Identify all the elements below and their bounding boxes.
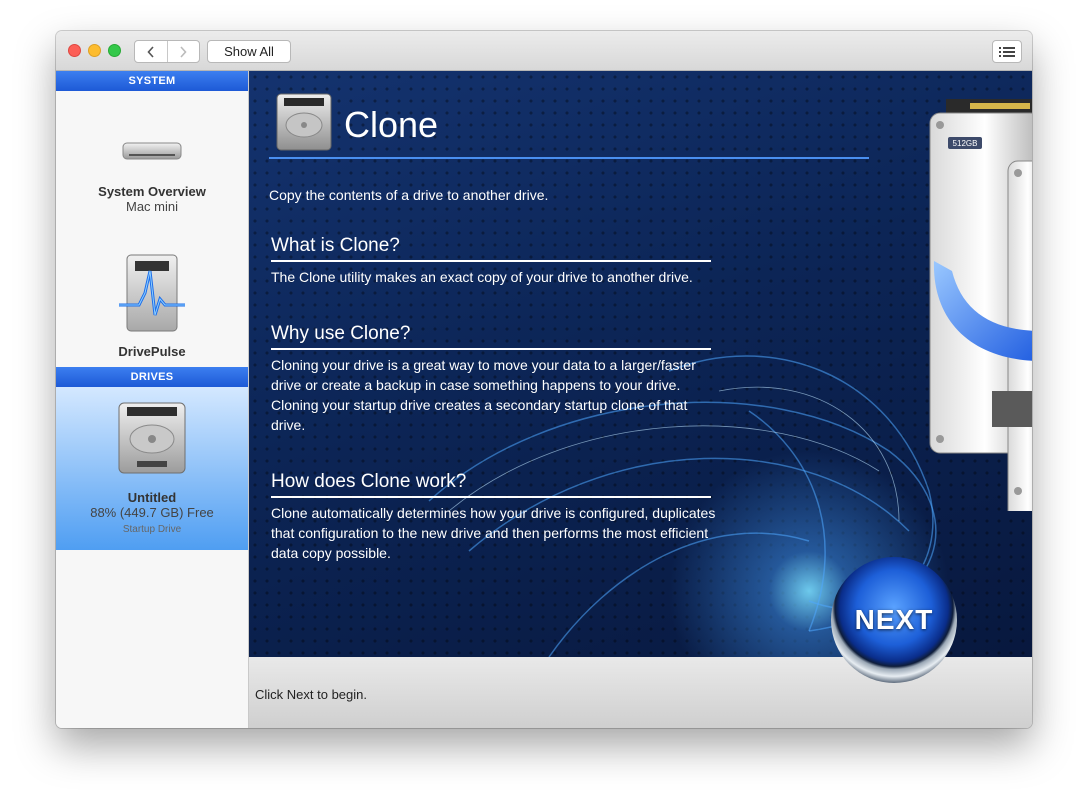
- section-body-why: Cloning your drive is a great way to mov…: [271, 357, 696, 433]
- sidebar-item-system-overview[interactable]: System Overview Mac mini: [56, 91, 248, 241]
- forward-button[interactable]: [168, 41, 200, 62]
- drivepulse-title: DrivePulse: [118, 344, 186, 359]
- sidebar-item-drive-untitled[interactable]: Untitled 88% (449.7 GB) Free Startup Dri…: [56, 387, 248, 550]
- list-view-button[interactable]: [992, 40, 1022, 63]
- section-heading-what: What is Clone?: [271, 235, 711, 262]
- next-button-label: NEXT: [854, 604, 934, 635]
- drive-free-space: 88% (449.7 GB) Free: [90, 505, 214, 520]
- back-button[interactable]: [135, 41, 168, 62]
- drives-illustration: 512GB: [929, 99, 1032, 511]
- show-all-button[interactable]: Show All: [207, 40, 291, 63]
- minimize-window-button[interactable]: [88, 44, 101, 57]
- chevron-left-icon: [147, 45, 154, 58]
- system-overview-subtitle: Mac mini: [125, 199, 178, 214]
- drives-section-header: DRIVES: [56, 367, 248, 387]
- system-section-header: SYSTEM: [56, 71, 248, 91]
- close-window-button[interactable]: [68, 44, 81, 57]
- mac-mini-icon: [122, 142, 182, 160]
- drivepulse-icon: [119, 254, 185, 332]
- section-body-how: Clone automatically determines how your …: [271, 505, 716, 561]
- drive-name: Untitled: [127, 490, 177, 505]
- system-overview-title: System Overview: [98, 184, 206, 199]
- next-button[interactable]: NEXT: [831, 557, 957, 683]
- section-heading-how: How does Clone work?: [271, 471, 711, 498]
- zoom-window-button[interactable]: [108, 44, 121, 57]
- title-bar: Show All: [56, 31, 1032, 71]
- drive-type: Startup Drive: [122, 524, 182, 535]
- footer-hint: Click Next to begin.: [255, 687, 367, 702]
- section-body-what: The Clone utility makes an exact copy of…: [271, 269, 693, 285]
- chevron-right-icon: [180, 45, 187, 58]
- hard-drive-icon: [118, 402, 186, 474]
- drive-capacity-badge: 512GB: [953, 139, 978, 148]
- title-divider: [269, 157, 869, 159]
- page-title: Clone: [344, 104, 439, 145]
- nav-buttons: [134, 40, 200, 63]
- section-heading-why: Why use Clone?: [271, 323, 711, 350]
- clone-drive-icon: [276, 93, 332, 151]
- sidebar-item-drivepulse[interactable]: DrivePulse: [56, 241, 248, 367]
- sidebar: SYSTEM System Overview Mac mini DrivePul…: [56, 71, 249, 728]
- page-description: Copy the contents of a drive to another …: [269, 187, 549, 203]
- list-icon: [999, 46, 1015, 57]
